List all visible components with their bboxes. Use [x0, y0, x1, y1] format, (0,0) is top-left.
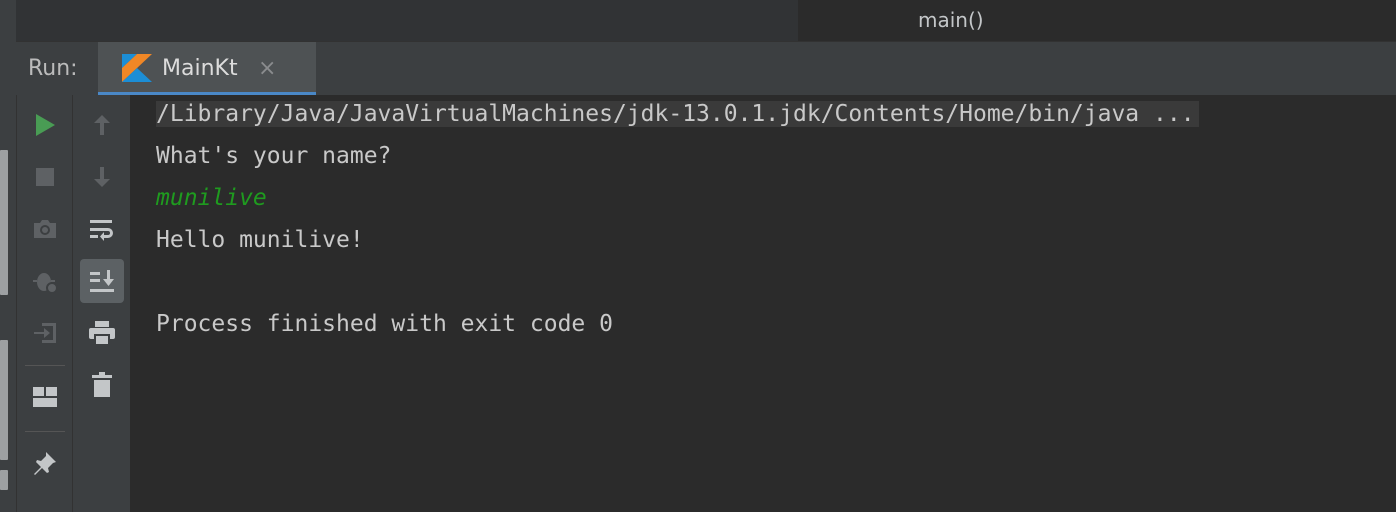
login-icon	[34, 323, 56, 343]
breadcrumb[interactable]: main()	[798, 0, 1396, 41]
stop-icon	[36, 168, 54, 186]
scroll-to-end-button[interactable]	[80, 259, 124, 303]
print-button[interactable]	[80, 311, 124, 355]
layout-button[interactable]	[23, 375, 67, 419]
toolbar-separator	[25, 365, 65, 366]
clear-all-button[interactable]	[80, 363, 124, 407]
thread-dump-button[interactable]	[23, 207, 67, 251]
toolbar-separator	[25, 431, 65, 432]
console-command-line[interactable]: /Library/Java/JavaVirtualMachines/jdk-13…	[156, 101, 1199, 127]
soft-wrap-button[interactable]	[80, 207, 124, 251]
camera-icon	[34, 220, 56, 238]
stop-button[interactable]	[23, 155, 67, 199]
star-marker	[0, 470, 8, 490]
soft-wrap-icon	[90, 220, 113, 241]
left-tool-window-strip[interactable]	[0, 0, 17, 512]
layout-icon	[33, 387, 57, 407]
pin-tab-button[interactable]	[23, 441, 67, 485]
editor-tab-area: main()	[16, 0, 1396, 41]
up-stack-button[interactable]	[80, 103, 124, 147]
run-toolbar-secondary	[73, 95, 131, 512]
console-line: What's your name?	[156, 143, 392, 169]
run-toolbar-primary	[17, 95, 73, 512]
arrow-down-icon	[94, 167, 110, 187]
pin-icon	[34, 452, 56, 475]
trash-icon	[92, 372, 112, 397]
debug-icon	[33, 273, 58, 294]
arrow-up-icon	[94, 115, 110, 135]
run-icon	[36, 114, 55, 136]
restore-layout-button[interactable]	[23, 311, 67, 355]
tab-label: MainKt	[162, 56, 238, 81]
scroll-to-end-icon	[90, 270, 114, 292]
console-output[interactable]: /Library/Java/JavaVirtualMachines/jdk-13…	[131, 95, 1396, 512]
print-icon	[89, 321, 115, 346]
down-stack-button[interactable]	[80, 155, 124, 199]
close-icon[interactable]: ×	[258, 56, 276, 81]
rerun-button[interactable]	[23, 103, 67, 147]
kotlin-icon	[122, 54, 152, 82]
tool-window-marker	[0, 150, 8, 295]
tab-mainkt[interactable]: MainKt ×	[98, 42, 316, 96]
console-user-input: munilive	[156, 185, 267, 211]
tool-window-marker	[0, 340, 8, 460]
breadcrumb-function[interactable]: main()	[918, 8, 984, 32]
console-line: Hello munilive!	[156, 227, 364, 253]
debug-button[interactable]	[23, 259, 67, 303]
console-exit-line: Process finished with exit code 0	[156, 311, 613, 337]
run-label: Run:	[28, 56, 78, 81]
run-tool-window-header: Run: MainKt ×	[16, 41, 1396, 96]
